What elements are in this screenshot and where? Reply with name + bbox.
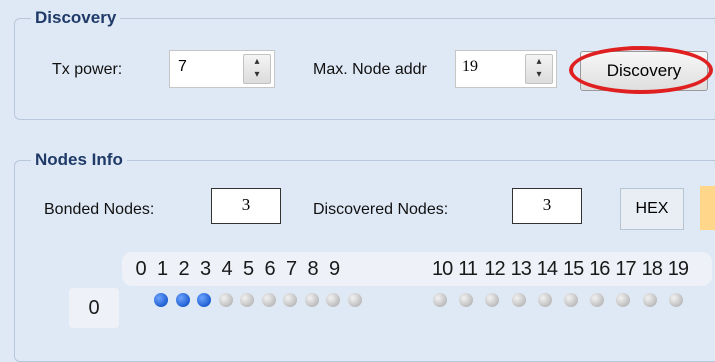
column-number: 11 — [458, 258, 478, 280]
column-number: 16 — [589, 258, 610, 280]
column-number: 7 — [285, 258, 298, 280]
node-bonded-dot[interactable] — [197, 293, 211, 307]
node-bonded-dot[interactable] — [154, 293, 168, 307]
node-empty-dot[interactable] — [304, 293, 319, 307]
max-node-addr-value[interactable]: 19 — [462, 58, 478, 76]
node-empty-dot[interactable] — [283, 293, 297, 307]
column-number: 4 — [221, 258, 233, 280]
tx-power-label: Tx power: — [52, 61, 123, 78]
node-empty-dot[interactable] — [668, 293, 683, 307]
nodes-info-group-title: Nodes Info — [31, 150, 127, 170]
partial-panel-edge — [700, 186, 715, 230]
column-number: 6 — [264, 258, 276, 280]
column-number: 19 — [667, 258, 689, 280]
node-empty-dot[interactable] — [433, 293, 447, 307]
node-empty-dot[interactable] — [537, 293, 552, 307]
column-number: 0 — [135, 258, 147, 280]
max-node-addr-label: Max. Node addr — [313, 61, 427, 78]
column-number: 2 — [178, 258, 190, 280]
discovered-nodes-value: 3 — [512, 188, 582, 224]
max-node-addr-spinner[interactable]: 19 ▴ ▾ — [455, 50, 557, 88]
discovery-group-title: Discovery — [31, 8, 121, 28]
tx-power-spinner[interactable]: 7 ▴ ▾ — [169, 50, 275, 88]
node-empty-dot[interactable] — [326, 293, 340, 307]
node-empty-dot[interactable] — [511, 293, 526, 307]
node-empty-dot[interactable] — [218, 293, 233, 307]
node-empty-dot[interactable] — [642, 293, 657, 307]
node-empty-dot[interactable] — [261, 293, 276, 307]
node-empty-dot[interactable] — [347, 293, 362, 307]
node-empty-dot[interactable] — [564, 293, 578, 307]
spinner-arrows-icon[interactable]: ▴ ▾ — [525, 54, 553, 84]
node-empty-dot[interactable] — [240, 293, 254, 307]
column-number: 17 — [615, 258, 636, 280]
column-number: 13 — [510, 258, 532, 280]
column-number: 8 — [307, 258, 319, 280]
column-number: 9 — [328, 258, 341, 280]
bonded-nodes-value: 3 — [211, 188, 281, 224]
column-number: 14 — [536, 258, 558, 280]
discovered-nodes-label: Discovered Nodes: — [313, 201, 449, 218]
column-number: 10 — [432, 258, 453, 280]
bonded-nodes-label: Bonded Nodes: — [44, 201, 155, 218]
column-number: 5 — [242, 258, 255, 280]
column-number: 18 — [641, 258, 663, 280]
spinner-arrows-icon[interactable]: ▴ ▾ — [243, 54, 271, 84]
node-bonded-dot[interactable] — [175, 293, 190, 307]
column-number: 1 — [156, 258, 169, 280]
column-number: 3 — [199, 258, 212, 280]
row-header: 0 — [69, 288, 119, 328]
tx-power-value[interactable]: 7 — [178, 58, 187, 76]
discovery-button[interactable]: Discovery — [580, 51, 708, 91]
column-number: 12 — [484, 258, 505, 280]
column-number: 15 — [563, 258, 584, 280]
hex-button[interactable]: HEX — [620, 188, 684, 230]
